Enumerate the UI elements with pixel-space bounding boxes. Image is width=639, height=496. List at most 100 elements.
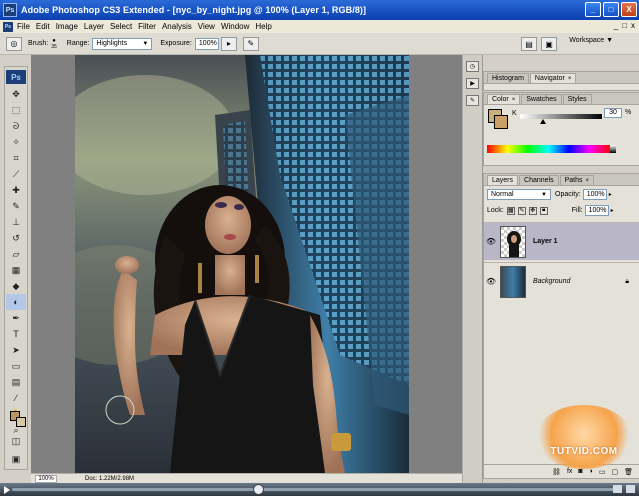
lock-transparent-icon[interactable]: ▦: [506, 206, 515, 215]
opacity-arrow-icon[interactable]: ▸: [609, 191, 612, 198]
menu-layer[interactable]: Layer: [84, 22, 104, 31]
seek-handle[interactable]: [253, 484, 264, 495]
palette-well-icon[interactable]: ▤: [521, 37, 537, 51]
mask-icon[interactable]: ◙: [578, 468, 582, 475]
fx-icon[interactable]: fx: [567, 468, 572, 475]
layer-name[interactable]: Background: [533, 278, 570, 285]
eye-icon[interactable]: 👁︎: [484, 277, 498, 286]
link-icon[interactable]: ⛓︎: [552, 468, 561, 476]
dodge-tool-icon[interactable]: ◐: [6, 294, 26, 310]
actions-panel-icon[interactable]: ▶: [466, 78, 479, 89]
exposure-slider-button[interactable]: ▸: [220, 36, 237, 51]
layers-footer: ⛓︎ fx ◙ ◑ ▭ ▢ 🗑︎: [484, 464, 639, 478]
menu-edit[interactable]: Edit: [36, 22, 50, 31]
menu-analysis[interactable]: Analysis: [162, 22, 192, 31]
slice-tool-icon[interactable]: ⟋: [6, 166, 26, 182]
lock-image-icon[interactable]: ✎: [517, 206, 526, 215]
minimize-button[interactable]: _: [585, 2, 601, 17]
tab-color[interactable]: Color ×: [487, 94, 521, 104]
menu-select[interactable]: Select: [110, 22, 132, 31]
notes-tool-icon[interactable]: ▤: [6, 374, 26, 390]
bw-ramp[interactable]: [610, 145, 616, 153]
healing-brush-tool-icon[interactable]: ✚: [6, 182, 26, 198]
blend-mode-select[interactable]: Normal ▼: [487, 189, 551, 200]
tab-channels[interactable]: Channels: [519, 175, 559, 185]
menu-view[interactable]: View: [198, 22, 215, 31]
zoom-field[interactable]: 100%: [35, 474, 57, 483]
close-icon[interactable]: ×: [512, 97, 516, 103]
lock-position-icon[interactable]: ✥: [528, 206, 537, 215]
seek-track[interactable]: [12, 488, 617, 491]
brush-picker[interactable]: ● 35: [51, 38, 57, 50]
tab-histogram[interactable]: Histogram: [487, 73, 529, 83]
tab-swatches[interactable]: Swatches: [521, 94, 562, 104]
new-layer-icon[interactable]: ▢: [611, 468, 618, 476]
volume-icon[interactable]: [613, 485, 622, 493]
tab-styles[interactable]: Styles: [562, 94, 592, 104]
eraser-tool-icon[interactable]: ▱: [6, 246, 26, 262]
tab-paths[interactable]: Paths ×: [559, 175, 595, 185]
video-player-bar: [0, 483, 639, 496]
tool-preset-picker[interactable]: ◎: [6, 36, 22, 51]
pen-tool-icon[interactable]: ✒: [6, 310, 26, 326]
k-slider[interactable]: [520, 114, 602, 119]
move-tool-icon[interactable]: ✥: [6, 86, 26, 102]
k-slider-thumb[interactable]: [540, 119, 546, 124]
adjustment-icon[interactable]: ◑: [589, 468, 593, 475]
maximize-button[interactable]: □: [603, 2, 619, 17]
path-selection-tool-icon[interactable]: ➤: [6, 342, 26, 358]
layer-row-background[interactable]: 👁︎ Background 🔒︎: [484, 262, 639, 300]
close-icon[interactable]: ×: [568, 76, 572, 82]
folder-icon[interactable]: ▭: [599, 468, 606, 476]
tab-layers[interactable]: Layers: [487, 175, 519, 185]
layer-row-layer-1[interactable]: 👁︎ Layer 1: [484, 222, 639, 260]
clone-stamp-tool-icon[interactable]: ⊥: [6, 214, 26, 230]
fill-arrow-icon[interactable]: ▸: [611, 207, 614, 214]
bg-color-swatch[interactable]: [494, 115, 508, 129]
menu-window[interactable]: Window: [221, 22, 249, 31]
crop-tool-icon[interactable]: ⌗: [6, 150, 26, 166]
doc-close-button[interactable]: x: [631, 21, 635, 30]
color-ramp[interactable]: [487, 145, 616, 153]
doc-minimize-button[interactable]: _: [614, 21, 618, 30]
opacity-input[interactable]: 100%: [582, 189, 607, 200]
airbrush-icon[interactable]: ✎: [242, 36, 259, 51]
exposure-input[interactable]: 100%: [194, 37, 219, 50]
screen-mode-icon[interactable]: ▣: [6, 451, 26, 467]
gradient-tool-icon[interactable]: ▦: [6, 262, 26, 278]
close-icon[interactable]: ×: [586, 178, 590, 184]
brush-tool-icon[interactable]: ✎: [6, 198, 26, 214]
camera-icon[interactable]: ▣: [541, 37, 557, 51]
play-icon[interactable]: [4, 486, 10, 494]
doc-restore-button[interactable]: □: [622, 21, 627, 30]
layer-name[interactable]: Layer 1: [533, 238, 558, 245]
shape-tool-icon[interactable]: ▭: [6, 358, 26, 374]
range-select[interactable]: Highlights ▼: [92, 37, 153, 50]
trash-icon[interactable]: 🗑︎: [624, 468, 633, 476]
history-panel-icon[interactable]: ◷: [466, 61, 479, 72]
eye-icon[interactable]: 👁︎: [484, 237, 498, 246]
tool-presets-icon[interactable]: ✎: [466, 95, 479, 106]
magic-wand-tool-icon[interactable]: ✧: [6, 134, 26, 150]
menu-image[interactable]: Image: [56, 22, 78, 31]
marquee-tool-icon[interactable]: ⬚: [6, 102, 26, 118]
lock-all-icon[interactable]: 🔒︎: [539, 206, 548, 215]
k-value-input[interactable]: 30: [604, 108, 622, 118]
lasso-tool-icon[interactable]: ᘐ: [6, 118, 26, 134]
background-color-swatch[interactable]: [16, 417, 26, 427]
history-brush-tool-icon[interactable]: ↺: [6, 230, 26, 246]
workspace-menu[interactable]: Workspace ▼: [569, 37, 613, 44]
eyedropper-tool-icon[interactable]: ⁄: [6, 390, 26, 406]
quick-mask-icon[interactable]: ◫: [6, 433, 26, 449]
menu-filter[interactable]: Filter: [138, 22, 156, 31]
blur-tool-icon[interactable]: ◆: [6, 278, 26, 294]
close-button[interactable]: X: [621, 2, 637, 17]
menu-file[interactable]: File: [17, 22, 30, 31]
menu-help[interactable]: Help: [255, 22, 271, 31]
tab-navigator[interactable]: Navigator ×: [529, 73, 577, 83]
document-image[interactable]: [75, 55, 409, 473]
type-tool-icon[interactable]: T: [6, 326, 26, 342]
fullscreen-icon[interactable]: [626, 485, 635, 493]
fill-input[interactable]: 100%: [584, 205, 609, 216]
doc-info[interactable]: Doc: 1.22M/2.98M: [85, 476, 134, 482]
